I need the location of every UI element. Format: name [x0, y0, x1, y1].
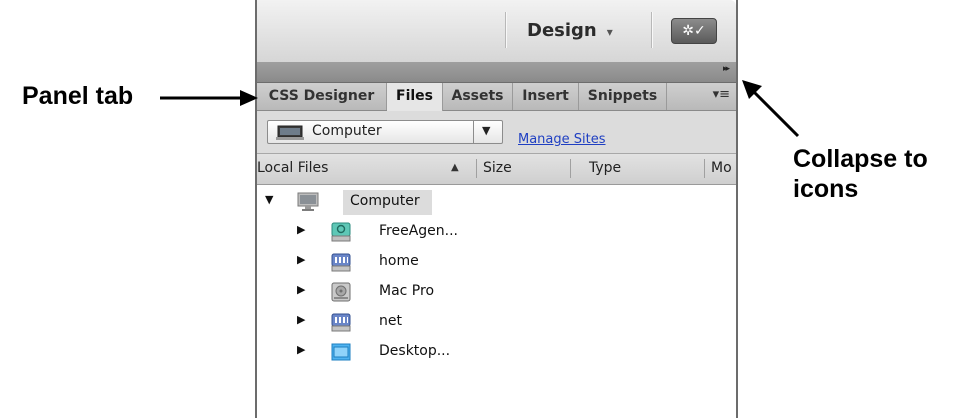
network-drive-icon	[331, 253, 351, 272]
tree-item-label: net	[379, 313, 402, 329]
panel-options-menu-icon[interactable]: ▾≡	[713, 87, 730, 102]
site-select[interactable]: Computer ▼	[267, 120, 503, 144]
panel-tab-bar: CSS Designer Files Assets Insert Snippet…	[257, 83, 736, 111]
workspace-label: Design	[527, 20, 597, 41]
column-separator[interactable]	[476, 159, 477, 178]
chevron-down-icon: ▾	[606, 25, 613, 39]
expand-toggle-icon[interactable]: ▶	[297, 283, 305, 296]
tree-row-freeagent[interactable]: ▶ FreeAgen...	[257, 217, 736, 247]
tree-row-net[interactable]: ▶ net	[257, 307, 736, 337]
computer-icon	[276, 125, 304, 140]
callout-panel-tab: Panel tab	[22, 82, 134, 110]
column-size[interactable]: Size	[483, 160, 512, 176]
tab-insert[interactable]: Insert	[513, 83, 579, 110]
tree-item-label: Computer	[350, 193, 420, 209]
tab-css-designer[interactable]: CSS Designer	[257, 83, 387, 110]
arrow-to-panel-tab	[160, 90, 258, 106]
workspace-bar: Design ▾ ✲✓	[257, 0, 736, 63]
hard-drive-icon	[331, 282, 351, 302]
toolbar-separator	[505, 12, 506, 48]
manage-sites-link[interactable]: Manage Sites	[518, 132, 606, 147]
arrow-to-collapse-icon	[742, 80, 800, 138]
collapse-to-icons-icon[interactable]: ▸▸	[723, 64, 730, 74]
tree-row-computer[interactable]: ▼ Computer	[257, 187, 736, 217]
file-column-header: Local Files ▲ Size Type Mo	[257, 153, 736, 185]
tree-row-desktop[interactable]: ▶ Desktop...	[257, 337, 736, 367]
workspace-switcher[interactable]: Design ▾	[527, 20, 613, 41]
site-select-value: Computer	[312, 123, 382, 139]
expand-toggle-icon[interactable]: ▶	[297, 343, 305, 356]
sort-ascending-icon[interactable]: ▲	[451, 162, 459, 173]
expand-toggle-icon[interactable]: ▶	[297, 313, 305, 326]
folder-icon	[331, 343, 351, 361]
select-divider	[473, 121, 474, 143]
expand-toggle-icon[interactable]: ▼	[265, 193, 273, 206]
tab-files[interactable]: Files	[387, 83, 443, 111]
dropdown-arrow-icon: ▼	[482, 124, 491, 137]
column-local-files[interactable]: Local Files	[257, 160, 328, 176]
external-drive-icon	[331, 222, 351, 242]
tree-row-home[interactable]: ▶ home	[257, 247, 736, 277]
files-toolbar: Computer ▼ Manage Sites	[257, 111, 736, 153]
column-type[interactable]: Type	[589, 160, 621, 176]
callout-collapse-text: Collapse to icons	[793, 145, 928, 203]
tree-row-mac-pro[interactable]: ▶ Mac Pro	[257, 277, 736, 307]
tree-item-label: FreeAgen...	[379, 223, 459, 239]
tree-item-label: Desktop...	[379, 343, 451, 359]
column-separator[interactable]	[704, 159, 705, 178]
tab-snippets[interactable]: Snippets	[579, 83, 667, 110]
toolbar-separator	[651, 12, 652, 48]
sync-settings-button[interactable]: ✲✓	[671, 18, 717, 44]
computer-icon	[297, 192, 319, 211]
expand-toggle-icon[interactable]: ▶	[297, 253, 305, 266]
tree-item-label: home	[379, 253, 419, 269]
files-panel: Design ▾ ✲✓ ▸▸ CSS Designer Files Assets …	[255, 0, 738, 418]
network-drive-icon	[331, 313, 351, 332]
column-modified[interactable]: Mo	[711, 160, 732, 176]
tab-assets[interactable]: Assets	[443, 83, 513, 110]
panel-group-header: ▸▸	[257, 62, 736, 83]
callout-collapse-to-icons: Collapse to icons	[793, 144, 958, 204]
expand-toggle-icon[interactable]: ▶	[297, 223, 305, 236]
column-separator[interactable]	[570, 159, 571, 178]
tree-item-label: Mac Pro	[379, 283, 435, 299]
